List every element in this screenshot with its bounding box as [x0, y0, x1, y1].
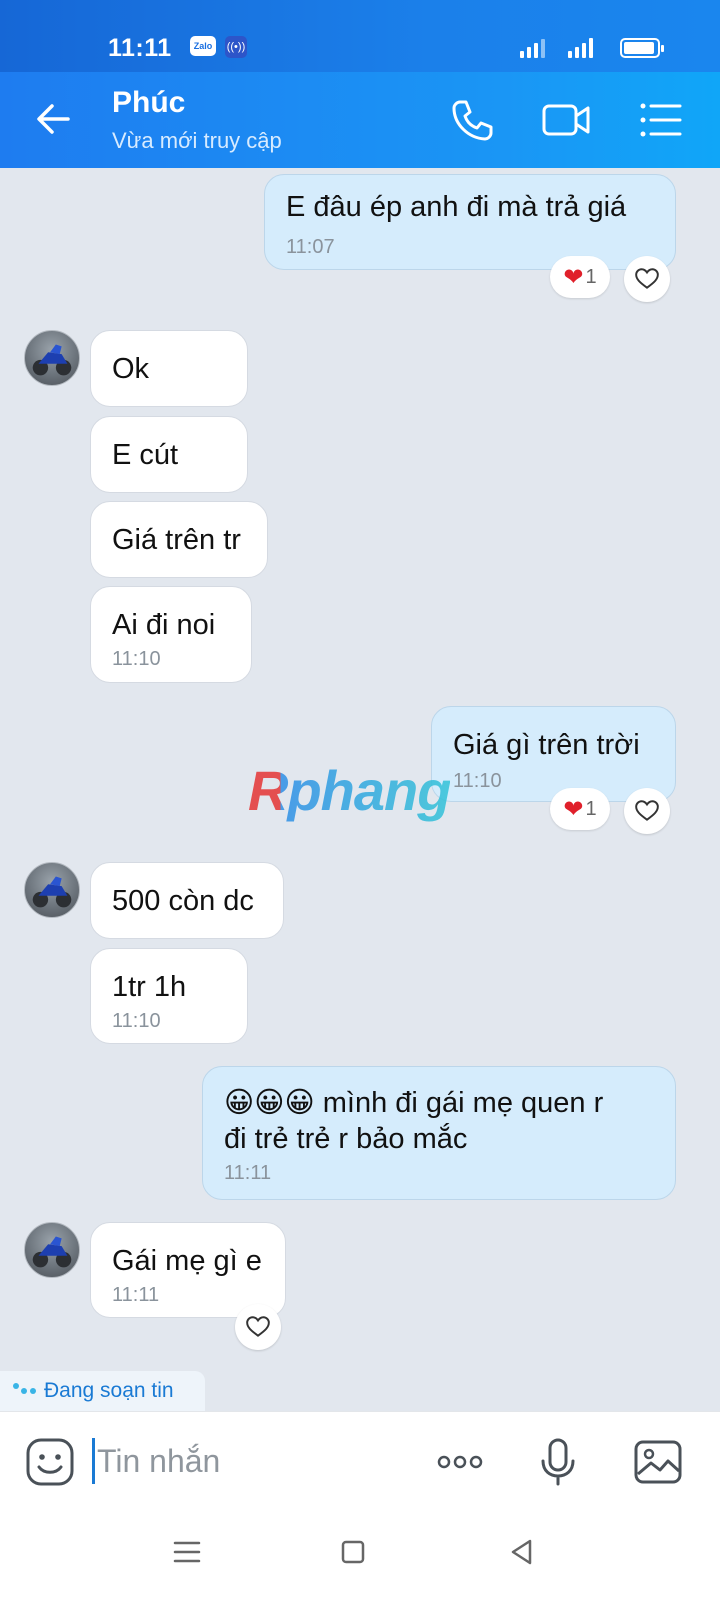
grinning-emoji: 😀😀😀 — [224, 1087, 315, 1119]
back-nav-button[interactable] — [504, 1535, 538, 1569]
typing-dots-icon — [13, 1383, 36, 1394]
status-bar: 11:11 Zalo ((•)) — [0, 0, 720, 72]
message-time: 11:11 — [112, 1284, 160, 1306]
reaction-summary[interactable]: ❤ 1 — [550, 256, 610, 298]
sticker-button[interactable] — [24, 1436, 76, 1488]
message-text: 😀😀😀 mình đi gái mẹ quen r — [224, 1085, 654, 1121]
react-button[interactable] — [624, 256, 670, 302]
message-text: Ok — [112, 353, 150, 385]
message-input-bar: Tin nhắn — [0, 1411, 720, 1511]
battery-icon — [620, 38, 664, 58]
microphone-icon — [541, 1438, 575, 1486]
back-button[interactable] — [28, 94, 78, 144]
message-bubble-incoming[interactable]: Giá trên tr — [90, 501, 268, 578]
mobile-data-signal-icon — [520, 36, 545, 58]
photo-button[interactable] — [632, 1436, 684, 1488]
message-text: Ai đi noi — [112, 609, 216, 641]
chat-header: Phúc Vừa mới truy cập — [0, 72, 720, 168]
video-call-button[interactable] — [540, 94, 592, 146]
message-time: 11:10 — [453, 770, 502, 792]
message-text-line2: đi trẻ trẻ r bảo mắc — [224, 1123, 468, 1155]
message-bubble-incoming[interactable]: Ai đi noi 11:10 — [90, 586, 252, 683]
system-nav-bar — [0, 1511, 720, 1600]
phone-icon — [452, 100, 493, 141]
message-bubble-outgoing[interactable]: 😀😀😀 mình đi gái mẹ quen r đi trẻ trẻ r b… — [202, 1066, 676, 1200]
hotspot-icon: ((•)) — [225, 36, 247, 58]
typing-indicator: Đang soạn tin — [0, 1371, 205, 1411]
image-gallery-icon — [634, 1440, 682, 1484]
voice-record-button[interactable] — [532, 1436, 584, 1488]
hamburger-icon — [173, 1541, 201, 1563]
message-text-line1: mình đi gái mẹ quen r — [314, 1087, 604, 1119]
list-menu-icon — [640, 103, 682, 137]
triangle-back-icon — [511, 1539, 532, 1565]
sticker-smile-icon — [26, 1438, 74, 1486]
message-time: 11:10 — [112, 1010, 161, 1032]
message-bubble-incoming[interactable]: 500 còn dc — [90, 862, 284, 939]
reaction-summary[interactable]: ❤ 1 — [550, 788, 610, 830]
reaction-count: 1 — [585, 265, 597, 288]
heart-outline-icon — [635, 800, 659, 821]
typing-text: Đang soạn tin — [44, 1379, 174, 1402]
message-text: E cút — [112, 439, 179, 471]
back-arrow-icon — [37, 104, 70, 134]
message-bubble-incoming[interactable]: E cút — [90, 416, 248, 493]
message-text: E đâu ép anh đi mà trả giá — [286, 191, 627, 223]
message-text: Giá gì trên trời — [453, 729, 640, 761]
message-input[interactable]: Tin nhắn — [92, 1438, 220, 1484]
status-time: 11:11 — [108, 34, 172, 62]
contact-name[interactable]: Phúc — [112, 86, 185, 120]
message-text: 1tr 1h — [112, 971, 187, 1003]
contact-avatar[interactable] — [24, 862, 80, 918]
motorbike-avatar-image — [32, 344, 72, 376]
message-bubble-incoming[interactable]: 1tr 1h 11:10 — [90, 948, 248, 1044]
heart-reaction-icon: ❤ — [563, 263, 584, 291]
chat-area[interactable]: E đâu ép anh đi mà trả giá 11:07 ❤ 1 Ok … — [0, 168, 720, 1411]
message-time: 11:11 — [224, 1162, 272, 1184]
motorbike-avatar-image — [32, 876, 72, 908]
message-bubble-incoming[interactable]: Ok — [90, 330, 248, 407]
react-button[interactable] — [624, 788, 670, 834]
message-text: Gái mẹ gì e — [112, 1245, 262, 1277]
message-bubble-outgoing[interactable]: Giá gì trên trời 11:10 — [431, 706, 676, 802]
contact-avatar[interactable] — [24, 1222, 80, 1278]
message-time: 11:10 — [112, 648, 161, 670]
zalo-notification-icon: Zalo — [190, 36, 216, 56]
more-options-button[interactable] — [434, 1436, 486, 1488]
message-text: 500 còn dc — [112, 885, 254, 917]
message-bubble-outgoing[interactable]: E đâu ép anh đi mà trả giá 11:07 — [264, 174, 676, 270]
message-time: 11:07 — [286, 236, 335, 258]
heart-reaction-icon: ❤ — [563, 795, 584, 823]
contact-status: Vừa mới truy cập — [112, 128, 282, 153]
contact-avatar[interactable] — [24, 330, 80, 386]
voice-call-button[interactable] — [446, 94, 498, 146]
heart-outline-icon — [246, 1316, 270, 1337]
home-nav-button[interactable] — [336, 1535, 370, 1569]
square-home-icon — [341, 1540, 365, 1564]
react-button[interactable] — [235, 1304, 281, 1350]
signal-strength-icon — [568, 36, 593, 58]
more-dots-icon — [437, 1455, 483, 1469]
motorbike-avatar-image — [32, 1236, 72, 1268]
video-camera-icon — [542, 104, 590, 136]
message-text: Giá trên tr — [112, 524, 241, 556]
heart-outline-icon — [635, 268, 659, 289]
menu-nav-button[interactable] — [170, 1535, 204, 1569]
options-menu-button[interactable] — [634, 94, 686, 146]
reaction-count: 1 — [585, 797, 597, 820]
